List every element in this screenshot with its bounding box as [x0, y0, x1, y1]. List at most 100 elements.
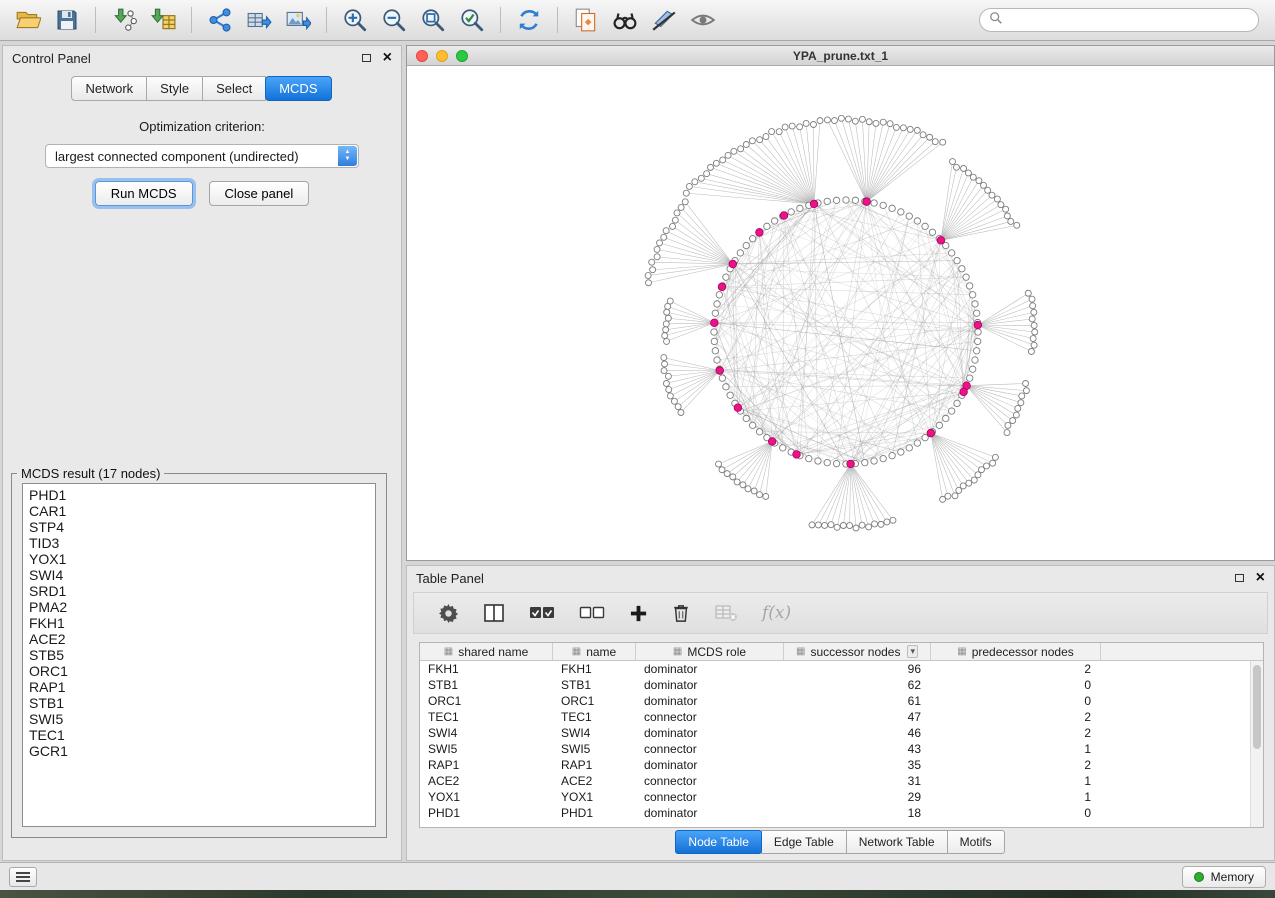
tab-select[interactable]: Select: [202, 76, 266, 101]
tab-network-table[interactable]: Network Table: [846, 830, 948, 854]
export-table-icon[interactable]: [241, 4, 277, 36]
close-panel-button[interactable]: Close panel: [209, 181, 310, 206]
apply-style-icon[interactable]: [646, 4, 682, 36]
table-scrollbar[interactable]: [1250, 661, 1263, 827]
table-row[interactable]: TEC1TEC1connector472: [420, 709, 1263, 725]
maximize-window-icon[interactable]: [456, 50, 468, 62]
column-sort-icon[interactable]: ▦: [796, 646, 805, 657]
table-settings-icon[interactable]: [438, 603, 459, 624]
float-panel-icon[interactable]: [1235, 574, 1244, 582]
mcds-result-item[interactable]: STB1: [29, 695, 369, 711]
search-input[interactable]: [1009, 13, 1249, 27]
run-mcds-button[interactable]: Run MCDS: [95, 181, 193, 206]
close-window-icon[interactable]: [416, 50, 428, 62]
mcds-result-item[interactable]: ACE2: [29, 631, 369, 647]
close-panel-icon[interactable]: ×: [383, 52, 392, 64]
zoom-out-icon[interactable]: [376, 4, 412, 36]
import-network-icon[interactable]: [106, 4, 142, 36]
mcds-result-item[interactable]: RAP1: [29, 679, 369, 695]
column-header-shared-name[interactable]: ▦shared name: [420, 643, 553, 660]
control-panel-title: Control Panel: [12, 51, 91, 66]
mcds-result-group: MCDS result (17 nodes) PHD1CAR1STP4TID3Y…: [11, 466, 387, 838]
tab-style[interactable]: Style: [146, 76, 203, 101]
memory-button[interactable]: Memory: [1182, 866, 1266, 888]
mcds-result-list: PHD1CAR1STP4TID3YOX1SWI4SRD1PMA2FKH1ACE2…: [22, 483, 376, 827]
table-row[interactable]: YOX1YOX1connector291: [420, 789, 1263, 805]
mcds-result-item[interactable]: PHD1: [29, 487, 369, 503]
mcds-result-item[interactable]: TEC1: [29, 727, 369, 743]
tab-node-table[interactable]: Node Table: [675, 830, 762, 854]
refresh-layout-icon[interactable]: [511, 4, 547, 36]
open-file-icon[interactable]: [10, 4, 46, 36]
table-toolbar: f(x): [413, 592, 1268, 634]
memory-status-icon: [1194, 872, 1204, 882]
column-header-MCDS-role[interactable]: ▦MCDS role: [636, 643, 784, 660]
minimize-window-icon[interactable]: [436, 50, 448, 62]
column-header-predecessor-nodes[interactable]: ▦predecessor nodes: [931, 643, 1101, 660]
search-box[interactable]: [979, 8, 1259, 32]
mcds-result-item[interactable]: TID3: [29, 535, 369, 551]
menu-icon[interactable]: [9, 867, 37, 887]
mcds-result-item[interactable]: SRD1: [29, 583, 369, 599]
column-header-name[interactable]: ▦name: [553, 643, 636, 660]
column-sort-icon[interactable]: ▦: [572, 646, 581, 657]
table-row[interactable]: FKH1FKH1dominator962: [420, 661, 1263, 677]
mcds-result-item[interactable]: FKH1: [29, 615, 369, 631]
sort-order-icon[interactable]: ▾: [907, 645, 918, 658]
main-toolbar: [0, 0, 1275, 41]
table-row[interactable]: SWI4SWI4dominator462: [420, 725, 1263, 741]
table-row[interactable]: SWI5SWI5connector431: [420, 741, 1263, 757]
search-icon: [989, 11, 1003, 30]
scrollbar-thumb[interactable]: [1253, 665, 1261, 749]
add-row-icon[interactable]: [629, 604, 648, 623]
tab-edge-table[interactable]: Edge Table: [761, 830, 847, 854]
mcds-result-item[interactable]: GCR1: [29, 743, 369, 759]
mcds-result-item[interactable]: SWI5: [29, 711, 369, 727]
tab-network[interactable]: Network: [71, 76, 147, 101]
mcds-result-item[interactable]: STB5: [29, 647, 369, 663]
float-panel-icon[interactable]: [362, 54, 371, 62]
tab-motifs[interactable]: Motifs: [947, 830, 1005, 854]
network-canvas[interactable]: [407, 67, 1274, 560]
deselect-all-icon[interactable]: [579, 605, 605, 621]
column-layout-icon[interactable]: [483, 603, 505, 623]
optimization-label: Optimization criterion:: [3, 119, 401, 134]
zoom-in-icon[interactable]: [337, 4, 373, 36]
table-row[interactable]: PHD1PHD1dominator180: [420, 805, 1263, 821]
network-window-titlebar[interactable]: YPA_prune.txt_1: [407, 46, 1274, 66]
control-panel-tabs: NetworkStyleSelectMCDS: [3, 76, 401, 101]
mcds-result-item[interactable]: PMA2: [29, 599, 369, 615]
tab-mcds[interactable]: MCDS: [265, 76, 331, 101]
mcds-result-item[interactable]: STP4: [29, 519, 369, 535]
table-row[interactable]: ACE2ACE2connector311: [420, 773, 1263, 789]
table-panel: Table Panel × f(x) ▦shared name▦name▦MCD…: [406, 565, 1275, 861]
table-row[interactable]: ORC1ORC1dominator610: [420, 693, 1263, 709]
import-table-icon[interactable]: [145, 4, 181, 36]
show-hide-graphics-icon[interactable]: [685, 4, 721, 36]
find-icon[interactable]: [607, 4, 643, 36]
column-header-successor-nodes[interactable]: ▦successor nodes▾: [784, 643, 931, 660]
desktop-wallpaper-strip: [0, 890, 1275, 898]
zoom-fit-icon[interactable]: [415, 4, 451, 36]
mcds-result-item[interactable]: SWI4: [29, 567, 369, 583]
export-image-icon[interactable]: [280, 4, 316, 36]
copy-view-icon[interactable]: [568, 4, 604, 36]
mcds-result-item[interactable]: YOX1: [29, 551, 369, 567]
table-row[interactable]: STB1STB1dominator620: [420, 677, 1263, 693]
table-row[interactable]: RAP1RAP1dominator352: [420, 757, 1263, 773]
close-panel-icon[interactable]: ×: [1256, 572, 1265, 584]
column-sort-icon[interactable]: ▦: [957, 646, 966, 657]
zoom-selected-icon[interactable]: [454, 4, 490, 36]
mcds-result-item[interactable]: ORC1: [29, 663, 369, 679]
column-sort-icon[interactable]: ▦: [444, 646, 453, 657]
table-panel-title: Table Panel: [416, 571, 484, 586]
toolbar-separator: [95, 7, 96, 33]
column-sort-icon[interactable]: ▦: [673, 646, 682, 657]
mcds-result-title: MCDS result (17 nodes): [17, 466, 164, 481]
delete-row-icon[interactable]: [672, 603, 690, 623]
save-session-icon[interactable]: [49, 4, 85, 36]
export-network-icon[interactable]: [202, 4, 238, 36]
optimization-criterion-select[interactable]: largest connected component (undirected)…: [45, 144, 359, 168]
mcds-result-item[interactable]: CAR1: [29, 503, 369, 519]
select-all-icon[interactable]: [529, 605, 555, 621]
